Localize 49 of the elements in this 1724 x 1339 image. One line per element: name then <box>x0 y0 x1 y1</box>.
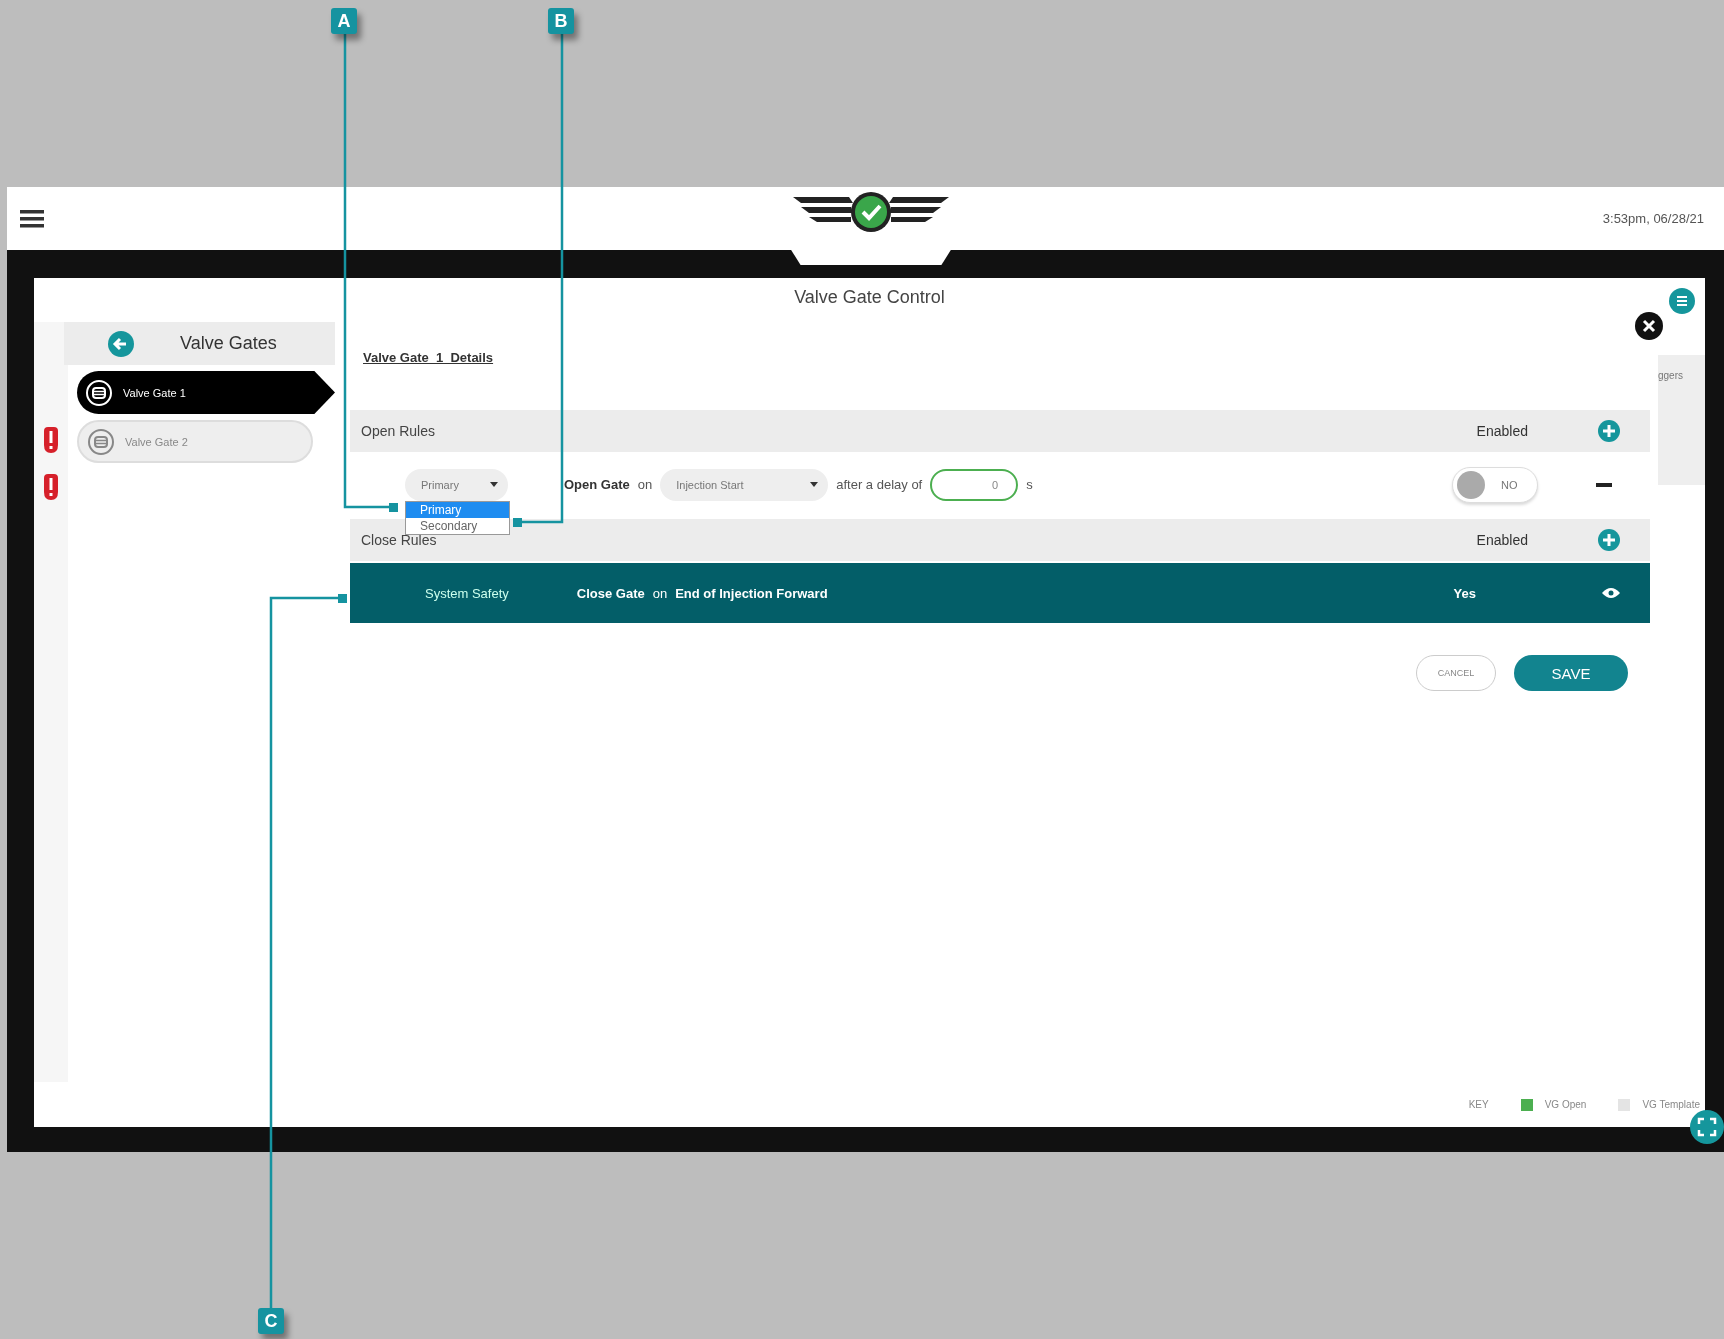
alert-icon <box>42 473 60 500</box>
eye-icon[interactable] <box>1602 587 1620 599</box>
unit-label: s <box>1026 477 1033 492</box>
remove-icon[interactable] <box>1596 482 1612 487</box>
alert-icon <box>42 426 60 453</box>
caret-icon <box>490 482 498 487</box>
valve-gate-item[interactable]: Valve Gate 2 <box>77 420 313 463</box>
delay-field[interactable]: 0 <box>930 468 1019 501</box>
list-icon[interactable] <box>1669 288 1695 314</box>
rule-text: after a delay of <box>836 477 923 492</box>
key-title: KEY <box>1468 1099 1489 1110</box>
dropdown-option[interactable]: Primary <box>406 501 509 518</box>
enabled-toggle[interactable]: NO <box>1452 466 1538 503</box>
caret-icon <box>810 482 819 487</box>
rule-name: System Safety <box>425 585 509 601</box>
callout-label: C <box>258 1308 284 1334</box>
valve-gate-icon <box>87 427 115 456</box>
legend-label: VG Open <box>1544 1099 1587 1110</box>
add-icon[interactable] <box>1598 529 1620 551</box>
cancel-button[interactable]: CANCEL <box>1416 655 1496 691</box>
close-icon[interactable] <box>1635 312 1663 340</box>
section-title: Open Rules <box>361 423 435 439</box>
valve-gate-icon <box>85 378 113 407</box>
trigger-select[interactable]: Injection Start <box>660 468 829 501</box>
menu-icon[interactable] <box>20 208 44 229</box>
dropdown-option[interactable]: Secondary <box>406 517 509 534</box>
dialog-title: Valve Gate Control <box>794 287 945 309</box>
section-title: Close Rules <box>361 532 437 548</box>
legend-label: VG Template <box>1642 1099 1700 1110</box>
column-heading: Enabled <box>1476 532 1528 548</box>
enabled-value: Yes <box>1453 585 1476 601</box>
rule-action: Open Gate <box>564 477 630 492</box>
close-rule-row[interactable]: System Safety Close Gate on End of Injection Forward Yes <box>350 563 1650 623</box>
rule-trigger: End of Injection Forward <box>675 585 828 601</box>
valve-gate-item[interactable]: Valve Gate 1 <box>77 371 335 414</box>
add-icon[interactable] <box>1598 420 1620 442</box>
date-time: 3:53pm, 06/28/21 <box>1602 211 1704 226</box>
sidebar-title: Valve Gates <box>180 333 277 354</box>
details-link[interactable]: Valve Gate 1 Details <box>350 322 494 408</box>
priority-select[interactable]: Primary <box>405 468 508 501</box>
rule-action: Close Gate <box>576 585 645 601</box>
rule-text: on <box>652 585 668 601</box>
save-button[interactable]: SAVE <box>1514 655 1628 691</box>
panel-text: ggers <box>1658 370 1683 381</box>
callout-label: B <box>548 8 574 34</box>
fullscreen-icon[interactable] <box>1690 1110 1724 1144</box>
callout-label: A <box>331 8 357 34</box>
rule-text: on <box>637 477 653 492</box>
column-heading: Enabled <box>1476 423 1528 439</box>
